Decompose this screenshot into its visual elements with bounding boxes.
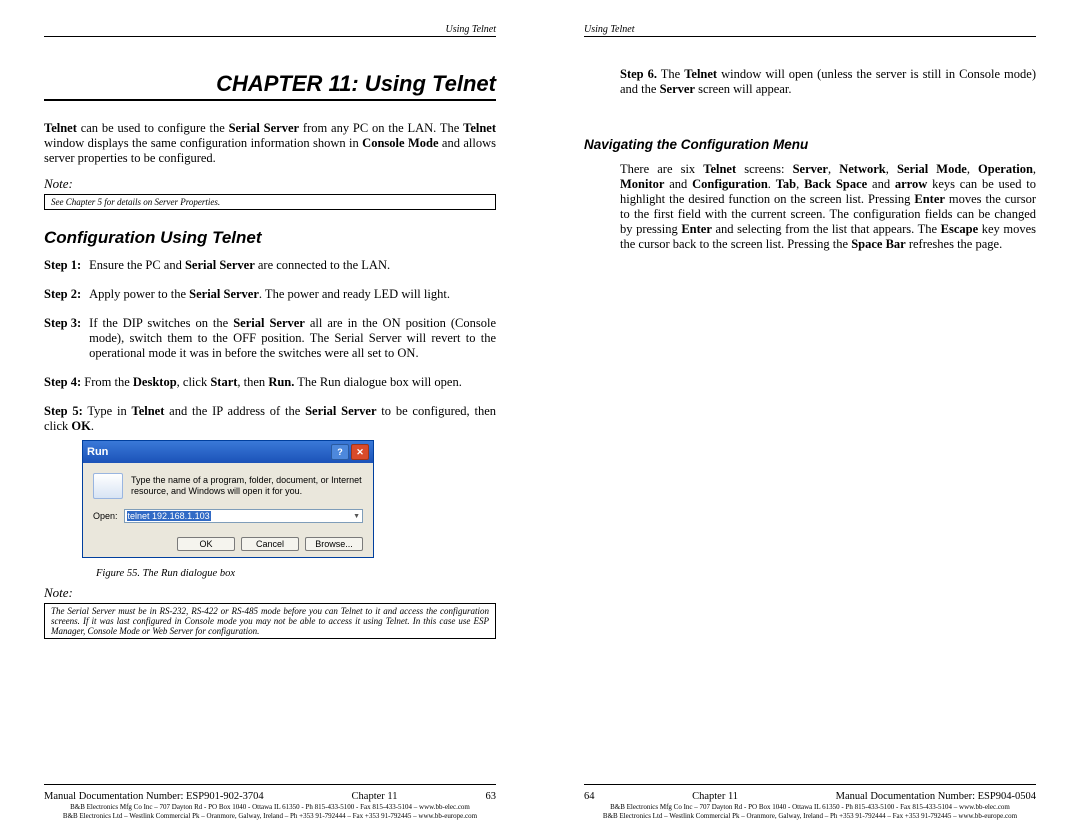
step-1: Step 1: Ensure the PC and Serial Server … — [44, 258, 496, 273]
note-label-2: Note: — [44, 585, 496, 601]
run-dialog-title: Run — [87, 446, 329, 458]
step-3-label: Step 3: — [44, 316, 81, 361]
header-text: Using Telnet — [446, 24, 496, 35]
intro-paragraph: Telnet can be used to configure the Seri… — [44, 121, 496, 166]
step-1-text: Ensure the PC and Serial Server are conn… — [89, 258, 496, 273]
dropdown-icon[interactable]: ▼ — [353, 513, 360, 520]
step-5: Step 5: Type in Telnet and the IP addres… — [44, 404, 496, 434]
step-2-label: Step 2: — [44, 287, 81, 302]
run-open-value: telnet 192.168.1.103 — [127, 511, 211, 521]
footer-fine-1: B&B Electronics Mfg Co Inc – 707 Dayton … — [584, 803, 1036, 811]
help-button-icon[interactable]: ? — [331, 444, 349, 460]
section-config-telnet: Configuration Using Telnet — [44, 228, 496, 248]
note-box-1: See Chapter 5 for details on Server Prop… — [44, 194, 496, 210]
footer-chapter: Chapter 11 — [692, 791, 738, 802]
note-box-2: The Serial Server must be in RS-232, RS-… — [44, 603, 496, 639]
page-spread: Using Telnet CHAPTER 11: Using Telnet Te… — [0, 0, 1080, 834]
page-right: Using Telnet Step 6. The Telnet window w… — [540, 0, 1080, 834]
footer-right: Manual Documentation Number: ESP904-0504… — [584, 784, 1036, 820]
footer-left: Manual Documentation Number: ESP901-902-… — [44, 784, 496, 820]
figure-run-dialog: Run ? ✕ Type the name of a program, fold… — [82, 440, 496, 558]
run-open-input[interactable]: telnet 192.168.1.103 ▼ — [124, 509, 363, 523]
step-2-text: Apply power to the Serial Server. The po… — [89, 287, 496, 302]
step-6-text: Step 6. The Telnet window will open (unl… — [620, 67, 1036, 97]
step-1-label: Step 1: — [44, 258, 81, 273]
header-text: Using Telnet — [584, 24, 634, 35]
page-header-right: Using Telnet — [584, 24, 1036, 37]
footer-docnum: Manual Documentation Number: ESP904-0504 — [836, 791, 1036, 802]
footer-page: 64 — [584, 791, 595, 802]
step-3-text: If the DIP switches on the Serial Server… — [89, 316, 496, 361]
browse-button[interactable]: Browse... — [305, 537, 363, 551]
nav-paragraph: There are six Telnet screens: Server, Ne… — [620, 162, 1036, 252]
page-header-left: Using Telnet — [44, 24, 496, 37]
figure-caption: Figure 55. The Run dialogue box — [96, 568, 496, 579]
footer-fine-2: B&B Electronics Ltd – Westlink Commercia… — [584, 812, 1036, 820]
step-6: Step 6. The Telnet window will open (unl… — [620, 67, 1036, 97]
close-button-icon[interactable]: ✕ — [351, 444, 369, 460]
run-dialog-message: Type the name of a program, folder, docu… — [131, 475, 363, 497]
step-3: Step 3: If the DIP switches on the Seria… — [44, 316, 496, 361]
footer-page: 63 — [485, 791, 496, 802]
step-4: Step 4: From the Desktop, click Start, t… — [44, 375, 496, 390]
footer-fine-1: B&B Electronics Mfg Co Inc – 707 Dayton … — [44, 803, 496, 811]
run-dialog-body: Type the name of a program, folder, docu… — [83, 463, 373, 557]
run-icon — [93, 473, 123, 499]
run-dialog: Run ? ✕ Type the name of a program, fold… — [82, 440, 374, 558]
section-navigating-menu: Navigating the Configuration Menu — [584, 137, 1036, 152]
cancel-button[interactable]: Cancel — [241, 537, 299, 551]
note-label-1: Note: — [44, 176, 496, 192]
chapter-title: CHAPTER 11: Using Telnet — [44, 71, 496, 101]
step-2: Step 2: Apply power to the Serial Server… — [44, 287, 496, 302]
page-left: Using Telnet CHAPTER 11: Using Telnet Te… — [0, 0, 540, 834]
footer-chapter: Chapter 11 — [352, 791, 398, 802]
ok-button[interactable]: OK — [177, 537, 235, 551]
footer-fine-2: B&B Electronics Ltd – Westlink Commercia… — [44, 812, 496, 820]
run-open-label: Open: — [93, 511, 118, 521]
run-dialog-titlebar: Run ? ✕ — [83, 441, 373, 463]
footer-docnum: Manual Documentation Number: ESP901-902-… — [44, 791, 264, 802]
